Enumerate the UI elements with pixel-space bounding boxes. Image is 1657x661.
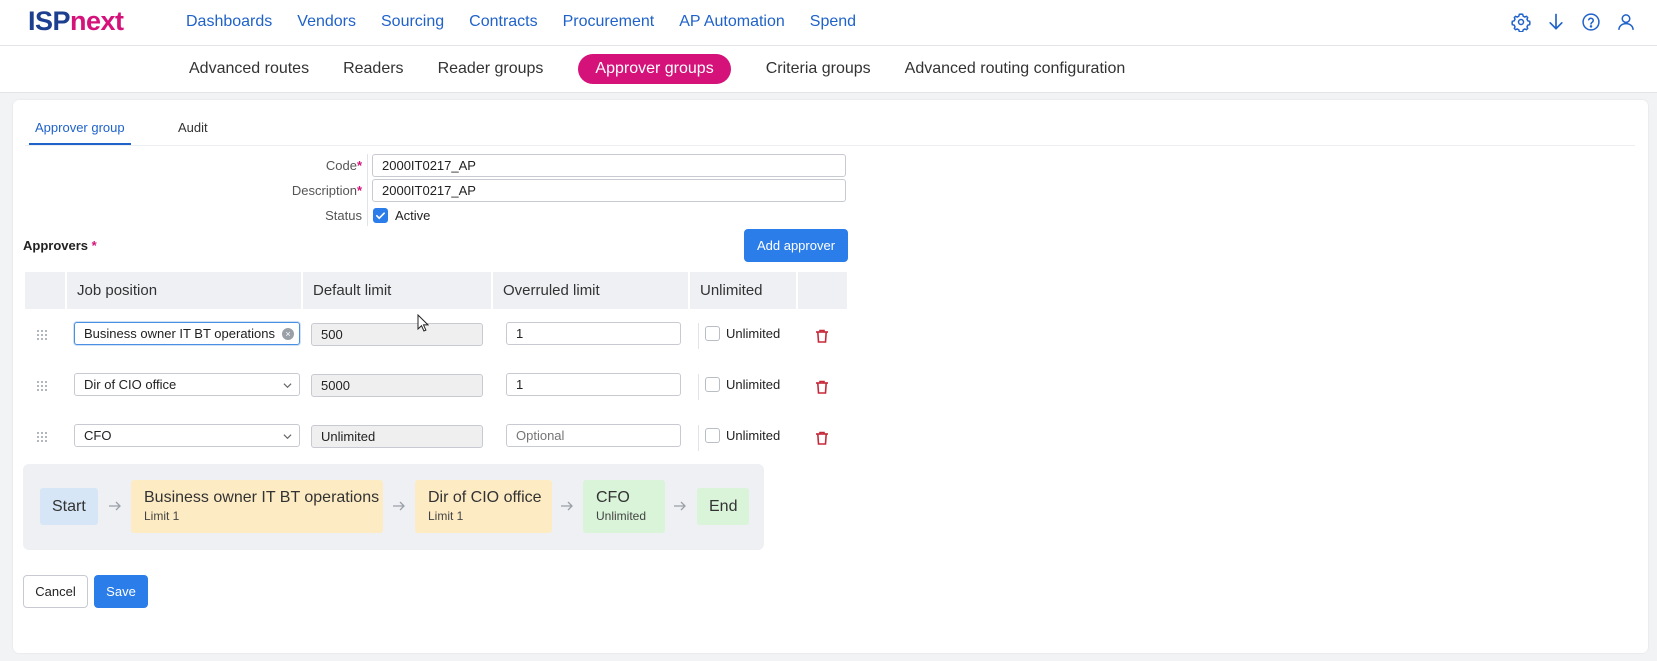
code-input[interactable]: 2000IT0217_AP: [372, 154, 846, 177]
chevron-down-icon: [283, 383, 292, 389]
delete-icon[interactable]: [814, 328, 830, 344]
status-row: Status: [13, 204, 362, 226]
cancel-button[interactable]: Cancel: [23, 575, 88, 608]
subnav-advanced-routes[interactable]: Advanced routes: [172, 54, 326, 84]
drag-handle-icon[interactable]: [36, 431, 48, 443]
drag-handle-icon[interactable]: [36, 329, 48, 341]
tabs: Approver group Audit: [25, 110, 1635, 146]
status-label: Status: [325, 208, 362, 223]
column-overruled-limit: Overruled limit: [491, 272, 690, 309]
arrow-right-icon: [109, 501, 121, 511]
approver-group-card: Approver group Audit Code* 2000IT0217_AP…: [13, 100, 1648, 653]
approvers-title: Approvers *: [23, 238, 97, 253]
drag-handle-icon[interactable]: [36, 380, 48, 392]
overruled-limit-input[interactable]: [506, 424, 681, 447]
column-job-position: Job position: [65, 272, 301, 309]
help-icon[interactable]: [1580, 11, 1602, 33]
default-limit-field: Unlimited: [311, 425, 483, 448]
subnav-criteria-groups[interactable]: Criteria groups: [749, 54, 888, 84]
ispnext-logo[interactable]: ISPnext: [28, 4, 124, 38]
add-approver-button[interactable]: Add approver: [744, 229, 848, 262]
arrow-right-icon: [561, 501, 573, 511]
arrow-right-icon: [674, 501, 686, 511]
header-icons: [1497, 11, 1637, 33]
form-separator: [367, 154, 368, 226]
download-icon[interactable]: [1545, 11, 1567, 33]
save-button[interactable]: Save: [94, 575, 148, 608]
unlimited-checkbox[interactable]: [705, 377, 720, 392]
unlimited-option[interactable]: Unlimited: [705, 428, 780, 443]
default-limit-field: 5000: [311, 374, 483, 397]
user-icon[interactable]: [1615, 11, 1637, 33]
main-nav: Dashboards Vendors Sourcing Contracts Pr…: [186, 0, 881, 44]
flow-start-node: Start: [40, 488, 98, 525]
table-row: Dir of CIO office 5000 1 Unlimited: [25, 362, 847, 413]
flow-end-node: End: [697, 488, 750, 525]
status-active-checkbox[interactable]: [373, 208, 388, 223]
subnav-readers[interactable]: Readers: [326, 54, 420, 84]
overruled-limit-input[interactable]: 1: [506, 373, 681, 396]
subnav-advanced-routing-configuration[interactable]: Advanced routing configuration: [888, 54, 1143, 84]
description-label: Description*: [291, 183, 362, 198]
job-position-select[interactable]: Dir of CIO office: [74, 373, 300, 396]
code-label: Code*: [325, 158, 362, 173]
mouse-cursor-icon: [417, 314, 429, 332]
unlimited-option[interactable]: Unlimited: [705, 377, 780, 392]
gear-icon[interactable]: [1510, 11, 1532, 33]
column-unlimited: Unlimited: [688, 272, 797, 309]
arrow-right-icon: [393, 501, 405, 511]
top-navigation-bar: ISPnext Dashboards Vendors Sourcing Cont…: [0, 0, 1657, 46]
chevron-down-icon: [283, 434, 292, 440]
job-position-select[interactable]: CFO: [74, 424, 300, 447]
tab-audit[interactable]: Audit: [178, 120, 208, 135]
nav-contracts[interactable]: Contracts: [469, 13, 537, 31]
unlimited-checkbox[interactable]: [705, 428, 720, 443]
description-row: Description*: [13, 179, 362, 201]
job-position-select[interactable]: Business owner IT BT operations ×: [74, 322, 300, 345]
flow-step-node: Dir of CIO office Limit 1: [415, 480, 552, 533]
overruled-limit-input[interactable]: 1: [506, 322, 681, 345]
nav-sourcing[interactable]: Sourcing: [381, 13, 444, 31]
nav-ap-automation[interactable]: AP Automation: [679, 13, 785, 31]
delete-icon[interactable]: [814, 430, 830, 446]
column-default-limit: Default limit: [301, 272, 493, 309]
table-row: Business owner IT BT operations × 500 1 …: [25, 311, 847, 362]
nav-procurement[interactable]: Procurement: [563, 13, 655, 31]
status-field: Active: [373, 208, 430, 223]
sub-navigation-bar: Advanced routes Readers Reader groups Ap…: [0, 46, 1657, 93]
unlimited-option[interactable]: Unlimited: [705, 326, 780, 341]
unlimited-checkbox[interactable]: [705, 326, 720, 341]
flow-step-node: CFO Unlimited: [583, 480, 665, 533]
approvers-table-header: Job position Default limit Overruled lim…: [25, 272, 847, 309]
subnav-approver-groups[interactable]: Approver groups: [578, 54, 731, 84]
subnav-reader-groups[interactable]: Reader groups: [421, 54, 561, 84]
tab-approver-group[interactable]: Approver group: [29, 120, 131, 145]
code-row: Code*: [13, 154, 362, 176]
description-input[interactable]: 2000IT0217_AP: [372, 179, 846, 202]
column-actions: [796, 272, 847, 309]
nav-vendors[interactable]: Vendors: [297, 13, 356, 31]
check-icon: [376, 212, 385, 220]
default-limit-field: 500: [311, 323, 483, 346]
clear-icon[interactable]: ×: [282, 328, 294, 340]
table-row: CFO Unlimited Unlimited: [25, 413, 847, 464]
approval-flow-preview: Start Business owner IT BT operations Li…: [23, 464, 764, 550]
status-active-label: Active: [395, 208, 431, 223]
delete-icon[interactable]: [814, 379, 830, 395]
nav-dashboards[interactable]: Dashboards: [186, 13, 272, 31]
nav-spend[interactable]: Spend: [810, 13, 856, 31]
sub-nav: Advanced routes Readers Reader groups Ap…: [172, 54, 1142, 84]
flow-step-node: Business owner IT BT operations Limit 1: [131, 480, 383, 533]
